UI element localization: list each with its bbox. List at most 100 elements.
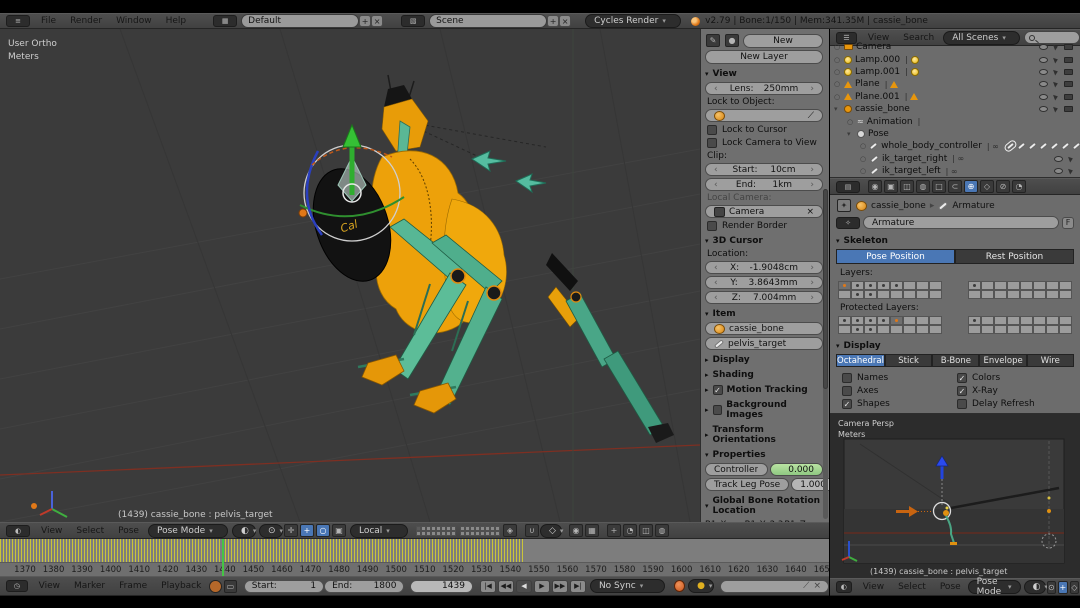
keying-set-selector[interactable]: ●▾ [688, 579, 714, 593]
proportional-edit-icon[interactable]: + [607, 524, 621, 537]
protected-layer-cell[interactable] [838, 316, 851, 325]
datablock-icon[interactable]: ✧ [836, 217, 860, 229]
prev-keyframe-button[interactable]: ◀◀ [498, 580, 514, 593]
editor-type-button-viewport[interactable]: ◐ [6, 525, 30, 537]
selectability-cursor-icon[interactable] [1053, 44, 1059, 51]
clear-icon[interactable]: × [806, 207, 814, 217]
pin-icon[interactable]: ✦ [837, 199, 851, 212]
scene-selector[interactable]: Scene [429, 14, 547, 28]
renderability-camera-icon[interactable] [1064, 44, 1073, 50]
display-mode-wire[interactable]: Wire [1027, 354, 1074, 367]
protected-layer-cell[interactable] [851, 325, 864, 334]
outliner-row-animation[interactable]: ○≈Animation| [834, 115, 1080, 127]
visibility-eye-icon[interactable] [1039, 44, 1048, 50]
info-menu-file[interactable]: File [34, 14, 63, 28]
breadcrumb-data[interactable]: Armature [952, 201, 994, 211]
protected-layer-cell[interactable] [916, 325, 929, 334]
section-3d-cursor[interactable]: ▾3D Cursor [705, 236, 823, 246]
rest-position-button[interactable]: Rest Position [955, 249, 1074, 264]
timeline-keyframe-band[interactable] [0, 539, 829, 562]
tab-scene[interactable]: ◫ [900, 180, 914, 193]
protected-layer-cell[interactable] [994, 316, 1007, 325]
datablock-name-field[interactable]: Armature [863, 216, 1059, 229]
layer-cell[interactable] [903, 281, 916, 290]
layer-cell[interactable] [981, 281, 994, 290]
visibility-eye-icon[interactable] [1039, 106, 1048, 112]
layout-delete-button[interactable]: × [371, 15, 383, 27]
selectability-cursor-icon[interactable] [1068, 168, 1074, 175]
orientation-extra-icon-3[interactable]: ◍ [655, 524, 669, 537]
protected-layer-cell[interactable] [1007, 325, 1020, 334]
n-panel-scrollbar[interactable] [823, 189, 828, 519]
camera-pivot-icon[interactable]: ⊙ [1047, 581, 1056, 594]
scene-icon[interactable]: ▧ [401, 15, 425, 27]
protected-layer-cell[interactable] [968, 325, 981, 334]
x--field[interactable]: X:-1.9048cm [705, 261, 823, 274]
tab-render-layers[interactable]: ▣ [884, 180, 898, 193]
scene-add-button[interactable]: + [547, 15, 559, 27]
layer-cell[interactable] [994, 290, 1007, 299]
protected-layer-cell[interactable] [903, 316, 916, 325]
layer-cell[interactable] [1059, 290, 1072, 299]
display-mode-stick[interactable]: Stick [885, 354, 932, 367]
selectability-cursor-icon[interactable] [1053, 106, 1059, 113]
color-icon[interactable]: ● [725, 34, 739, 47]
layer-cell[interactable] [864, 281, 877, 290]
layer-cell[interactable] [929, 281, 942, 290]
selectability-cursor-icon[interactable] [1053, 68, 1059, 75]
viewport-menu-view[interactable]: View [34, 524, 69, 538]
section-properties[interactable]: ▾Properties [705, 450, 823, 460]
info-menu-window[interactable]: Window [109, 14, 159, 28]
eyedropper-icon[interactable]: ⟋ [808, 111, 814, 121]
renderability-camera-icon[interactable] [1064, 106, 1073, 112]
layer-cell[interactable] [968, 290, 981, 299]
lock-camera-to-view-checkbox[interactable] [707, 138, 717, 148]
visibility-eye-icon[interactable] [1039, 69, 1048, 75]
layer-cell[interactable] [1033, 281, 1046, 290]
sync-selector[interactable]: No Sync▾ [590, 579, 665, 593]
camera-menu-select[interactable]: Select [891, 580, 933, 594]
colors-checkbox[interactable]: ✓ [957, 373, 967, 383]
3d-viewport[interactable]: Cal [0, 29, 700, 522]
layer-cell[interactable] [877, 281, 890, 290]
layer-cell[interactable] [851, 290, 864, 299]
layer-cell[interactable] [851, 281, 864, 290]
render-opengl-icon[interactable]: ◉ [569, 524, 583, 537]
current-frame-marker[interactable] [222, 539, 224, 576]
active-keying-set-field[interactable]: ⟋× [720, 580, 829, 593]
manipulator-toggle-icon[interactable]: ✛ [284, 524, 298, 537]
protected-layer-cell[interactable] [1059, 316, 1072, 325]
protected-layer-cell[interactable] [1007, 316, 1020, 325]
selectability-cursor-icon[interactable] [1053, 56, 1059, 63]
info-menu-help[interactable]: Help [159, 14, 194, 28]
fake-user-button[interactable]: F [1062, 217, 1074, 229]
outliner-row-cassie-bone[interactable]: ▾cassie_bone [834, 103, 1080, 115]
motion-tracking-checkbox[interactable]: ✓ [713, 385, 723, 395]
protected-layer-cell[interactable] [877, 325, 890, 334]
visibility-eye-icon[interactable] [1039, 81, 1048, 87]
layout-add-button[interactable]: + [359, 15, 371, 27]
tab-bone-constraints[interactable]: ⊘ [996, 180, 1010, 193]
protected-layer-cell[interactable] [890, 316, 903, 325]
snap-element-selector[interactable]: ◇▾ [540, 524, 562, 538]
outliner-row-plane[interactable]: ○Plane| [834, 78, 1080, 90]
protected-layer-cell[interactable] [877, 316, 890, 325]
protected-layer-cell[interactable] [1020, 316, 1033, 325]
layer-cell[interactable] [981, 290, 994, 299]
breadcrumb-object[interactable]: cassie_bone [871, 201, 926, 211]
camera-snap-icon[interactable]: ◇ [1070, 581, 1079, 594]
camera-shading-selector[interactable]: ◐▾ [1024, 580, 1046, 594]
protected-layers[interactable] [830, 314, 1080, 336]
tab-physics[interactable]: ◔ [1012, 180, 1026, 193]
layer-cell[interactable] [864, 290, 877, 299]
timeline-menu-view[interactable]: View [32, 579, 67, 593]
camera-menu-pose[interactable]: Pose [933, 580, 968, 594]
editor-type-button-camview[interactable]: ◐ [836, 581, 852, 593]
orientation-extra-icon-2[interactable]: ◫ [639, 524, 653, 537]
tab-object[interactable]: □ [932, 180, 946, 193]
axes-checkbox[interactable] [842, 386, 852, 396]
grease-pencil-icon[interactable]: ✎ [706, 34, 720, 47]
protected-layer-cell[interactable] [903, 325, 916, 334]
display-mode-b-bone[interactable]: B-Bone [932, 354, 979, 367]
editor-type-button-timeline[interactable]: ◷ [6, 580, 28, 592]
